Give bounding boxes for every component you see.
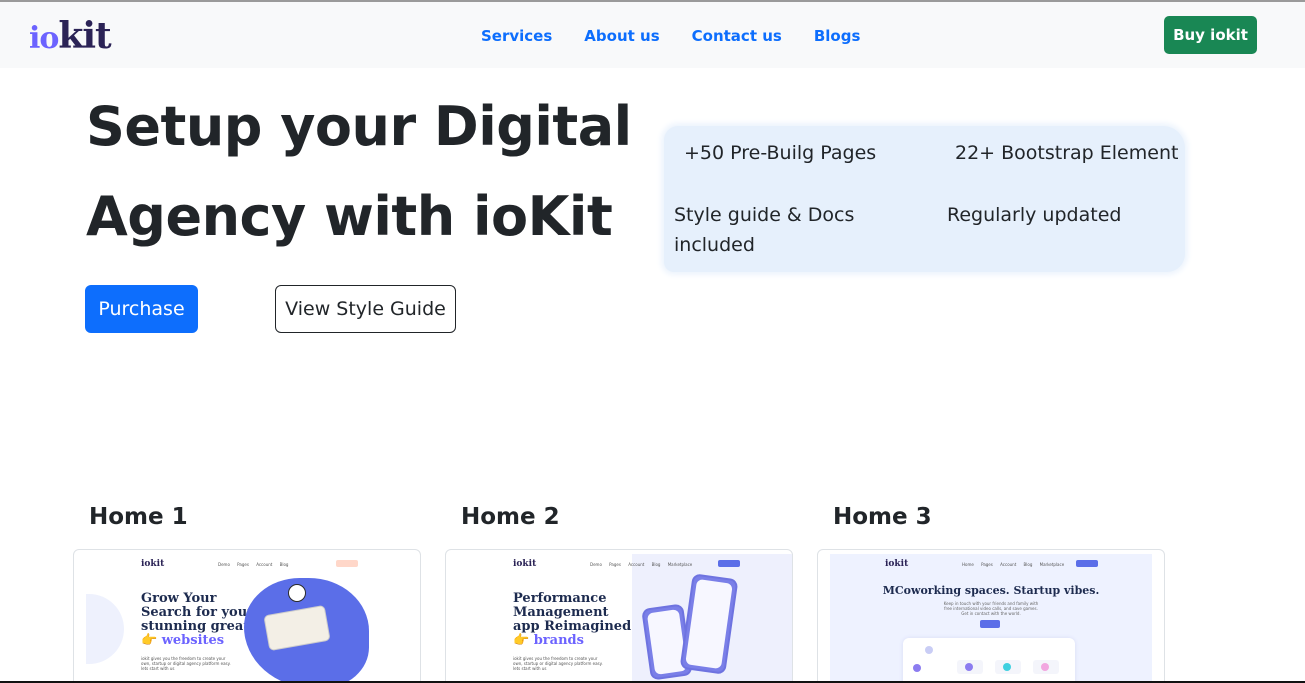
preview-stat-dot	[1041, 663, 1049, 671]
buy-iokit-button[interactable]: Buy iokit	[1164, 16, 1257, 54]
preview-heading: MCoworking spaces. Startup vibes.	[882, 584, 1100, 597]
preview-heading-line: Search for your	[141, 605, 254, 620]
view-style-guide-button[interactable]: View Style Guide	[275, 285, 456, 333]
home-3-label: Home 3	[833, 504, 932, 530]
home-3-preview-card[interactable]: iokit Home Pages Account Blog Marketplac…	[817, 549, 1165, 683]
preview-body-text: Keep in touch with your friends and fami…	[943, 601, 1039, 616]
home-1-label: Home 1	[89, 504, 188, 530]
home-2-screenshot: iokit Demo Pages Account Blog Marketplac…	[458, 554, 792, 683]
hero-title: Setup your Digital Agency with ioKit	[86, 82, 646, 262]
feature-regularly-updated: Regularly updated	[947, 204, 1122, 226]
home-2-label: Home 2	[461, 504, 560, 530]
preview-cta-button	[980, 620, 1000, 628]
navbar: iokit Services About us Contact us Blogs…	[0, 2, 1305, 68]
preview-nav: Demo Pages Account Blog	[218, 562, 289, 567]
decorative-shape	[86, 594, 124, 664]
preview-heading: Performance Management app Reimagined 👉 …	[513, 592, 631, 648]
home-3-screenshot: iokit Home Pages Account Blog Marketplac…	[830, 554, 1152, 683]
preview-logo: iokit	[141, 559, 165, 569]
hero-title-line-2: Agency with ioKit	[86, 185, 613, 248]
feature-pre-built-pages: +50 Pre-Builg Pages	[684, 142, 877, 164]
preview-nav-button	[1076, 560, 1098, 567]
preview-heading-line: Management	[513, 605, 609, 620]
nav-links: Services About us Contact us Blogs	[481, 26, 892, 46]
feature-bootstrap-elements: 22+ Bootstrap Element	[955, 142, 1179, 164]
hero-title-line-1: Setup your Digital	[86, 95, 632, 158]
preview-stat-dot	[1003, 663, 1011, 671]
preview-stat-dot	[965, 663, 973, 671]
nav-link-contact-us[interactable]: Contact us	[692, 26, 782, 46]
preview-body-text: iokit gives you the freedom to create yo…	[513, 656, 603, 671]
preview-heading-accent: 👉 websites	[141, 633, 225, 648]
preview-heading-line: stunning great	[141, 619, 250, 634]
home-1-preview-card[interactable]: iokit Demo Pages Account Blog Grow Your …	[73, 549, 421, 683]
nav-link-blogs[interactable]: Blogs	[814, 26, 861, 46]
preview-nav: Home Pages Account Blog Marketplace	[962, 562, 1065, 567]
preview-heading: Grow Your Search for your stunning great…	[141, 592, 254, 648]
brand-logo[interactable]: iokit	[29, 15, 112, 59]
home-1-screenshot: iokit Demo Pages Account Blog Grow Your …	[86, 554, 408, 683]
preview-dashboard-panel	[903, 638, 1075, 683]
nav-link-services[interactable]: Services	[481, 26, 552, 46]
purchase-button[interactable]: Purchase	[85, 285, 198, 333]
preview-avatar-dot	[913, 664, 921, 672]
preview-heading-line: Grow Your	[141, 591, 217, 606]
preview-logo: iokit	[513, 559, 537, 569]
preview-heading-line: Performance	[513, 591, 607, 606]
nav-link-about-us[interactable]: About us	[584, 26, 659, 46]
preview-nav-button	[718, 560, 740, 567]
preview-nav-button	[336, 560, 358, 567]
preview-icon	[925, 646, 933, 654]
logo-part-io: io	[29, 21, 59, 56]
preview-heading-line: app Reimagined	[513, 619, 632, 634]
feature-style-guide-docs: Style guide & Docs included	[674, 204, 855, 256]
preview-body-text: iokit gives you the freedom to create yo…	[141, 656, 231, 671]
logo-part-kit: kit	[58, 15, 111, 57]
person-illustration	[288, 584, 306, 602]
preview-nav: Demo Pages Account Blog Marketplace	[590, 562, 693, 567]
home-2-preview-card[interactable]: iokit Demo Pages Account Blog Marketplac…	[445, 549, 793, 683]
preview-logo: iokit	[885, 559, 909, 569]
preview-heading-accent: 👉 brands	[513, 633, 584, 648]
